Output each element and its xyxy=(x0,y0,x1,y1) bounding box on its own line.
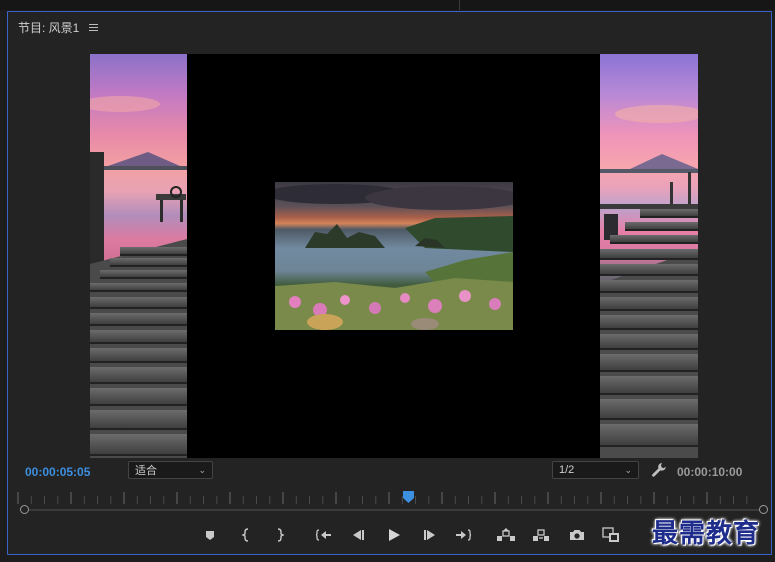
plank xyxy=(120,247,187,256)
plank xyxy=(610,235,698,244)
plank xyxy=(600,280,698,293)
go-to-in-icon xyxy=(316,529,331,541)
plank xyxy=(640,209,698,218)
duration-timecode: 00:00:10:00 xyxy=(677,465,743,479)
lift-button[interactable] xyxy=(496,525,516,545)
top-strip-divider xyxy=(459,0,460,10)
watermark: 最需教育 xyxy=(652,519,761,549)
mark-in-button[interactable] xyxy=(237,525,257,545)
playhead[interactable] xyxy=(403,491,415,503)
step-back-button[interactable] xyxy=(349,525,369,545)
plank xyxy=(600,249,698,260)
extract-button[interactable] xyxy=(531,525,551,545)
current-timecode[interactable]: 00:00:05:05 xyxy=(25,465,90,479)
plank xyxy=(625,222,698,231)
lift-icon xyxy=(497,528,515,541)
panel-header: 节目: 风景1 xyxy=(18,19,99,35)
plank xyxy=(90,410,187,430)
zoom-handle-left[interactable] xyxy=(20,505,29,514)
plank xyxy=(600,376,698,395)
play-button[interactable] xyxy=(384,525,404,545)
plank xyxy=(90,330,187,344)
go-to-out-button[interactable] xyxy=(453,525,473,545)
plank xyxy=(600,297,698,311)
step-forward-icon xyxy=(424,530,435,540)
plank xyxy=(100,270,187,279)
plank xyxy=(600,264,698,276)
plank xyxy=(90,367,187,384)
marker-icon xyxy=(206,531,214,540)
play-icon xyxy=(389,529,400,541)
export-frame-button[interactable] xyxy=(567,525,587,545)
comparison-view-icon xyxy=(602,527,619,542)
chevron-down-icon: ⌄ xyxy=(198,464,206,475)
top-strip xyxy=(0,0,775,10)
right-pier-frame xyxy=(600,54,698,458)
plank xyxy=(90,283,187,292)
zoom-handle-right[interactable] xyxy=(759,505,768,514)
scrub-track[interactable] xyxy=(25,509,763,511)
comparison-view-button[interactable] xyxy=(601,525,621,545)
panel-title[interactable]: 节目: 风景1 xyxy=(18,19,79,36)
mark-out-button[interactable] xyxy=(269,525,289,545)
zoom-level-value: 适合 xyxy=(135,465,157,477)
left-pier-frame xyxy=(90,54,187,458)
plank xyxy=(600,399,698,420)
playback-resolution-select[interactable]: 1/2 ⌄ xyxy=(552,461,639,479)
coastal-landscape-frame xyxy=(275,182,513,330)
time-ruler[interactable] xyxy=(17,490,759,504)
add-marker-button[interactable] xyxy=(200,525,220,545)
program-monitor-viewer[interactable] xyxy=(90,54,698,458)
wrench-icon[interactable] xyxy=(651,462,667,478)
plank xyxy=(600,334,698,350)
zoom-level-select[interactable]: 适合 ⌄ xyxy=(128,461,213,479)
plank xyxy=(90,348,187,363)
step-back-icon xyxy=(353,530,364,540)
hamburger-menu-icon[interactable] xyxy=(89,23,99,32)
plank xyxy=(600,315,698,330)
go-to-in-button[interactable] xyxy=(314,525,334,545)
plank xyxy=(90,297,187,309)
mark-out-icon xyxy=(277,528,285,542)
plank xyxy=(600,424,698,447)
playback-resolution-value: 1/2 xyxy=(559,464,575,476)
chevron-down-icon: ⌄ xyxy=(624,464,632,475)
plank xyxy=(110,258,187,267)
extract-icon xyxy=(533,529,549,541)
go-to-out-icon xyxy=(456,529,471,541)
camera-icon xyxy=(570,530,584,540)
plank xyxy=(600,354,698,372)
mark-in-icon xyxy=(241,528,249,542)
plank xyxy=(90,434,187,456)
plank xyxy=(90,388,187,406)
step-forward-button[interactable] xyxy=(419,525,439,545)
plank xyxy=(90,313,187,326)
